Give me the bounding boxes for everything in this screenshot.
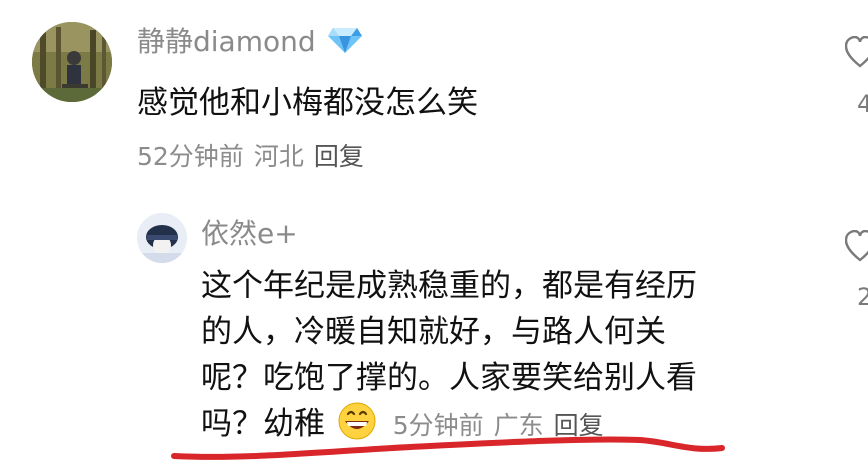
like-count: 4 [857,90,868,118]
reply-button[interactable]: 回复 [314,142,364,171]
like-count: 2 [857,283,868,311]
heart-icon[interactable] [845,230,868,264]
avatar[interactable] [32,22,112,102]
reply-avatar[interactable] [137,213,187,263]
comment-username[interactable]: 静静diamond [137,26,363,56]
reply-text-line: 呢？吃饱了撑的。人家要笑给别人看 [201,360,697,396]
avatar-image [32,22,112,102]
avatar-image [137,213,187,263]
comment-meta: 52分钟前 河北 回复 [137,144,374,169]
comment-time: 52分钟前 [137,142,244,171]
diamond-icon [327,28,362,53]
heart-icon[interactable] [845,36,868,70]
red-underline-annotation [171,436,725,460]
reply-text-line: 的人，冷暖自知就好，与路人何关 [201,314,666,350]
username-text[interactable]: 静静diamond [137,25,316,58]
reply-username[interactable]: 依然e+ [201,220,298,248]
reply-text-line: 这个年纪是成熟稳重的，都是有经历 [201,268,697,304]
comment-location: 河北 [253,142,304,171]
comment-text: 感觉他和小梅都没怎么笑 [137,85,478,121]
